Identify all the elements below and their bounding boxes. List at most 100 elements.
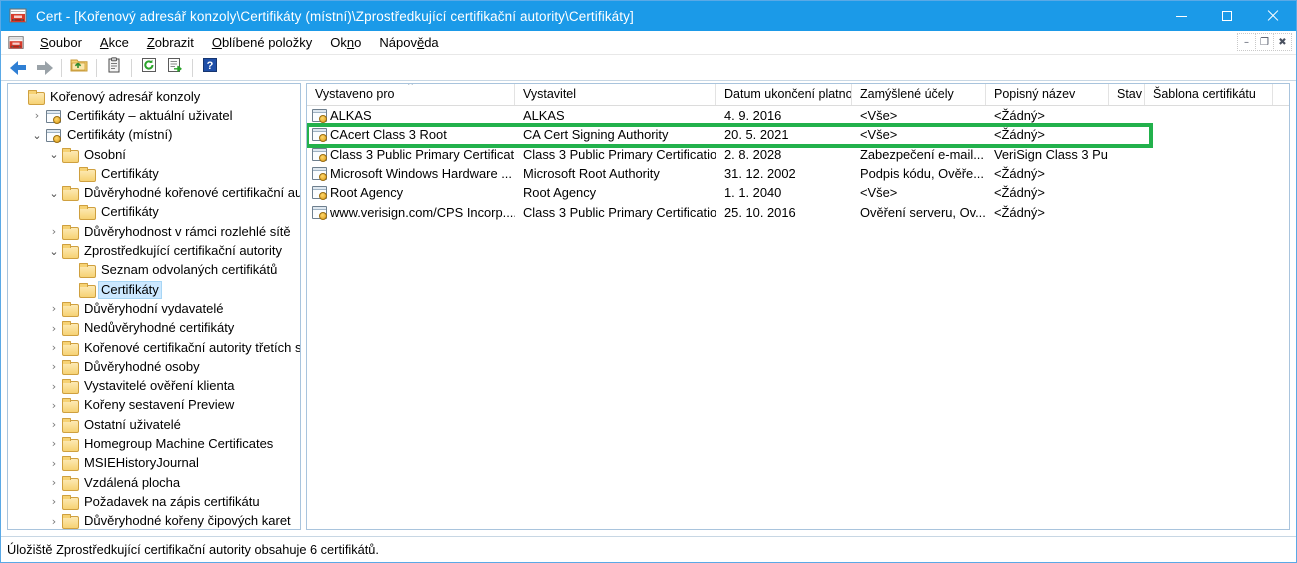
chevron-right-icon[interactable]: › [46, 513, 62, 529]
back-button[interactable] [6, 57, 30, 79]
properties-button[interactable] [102, 57, 126, 79]
menu-akce-post: kce [109, 35, 129, 50]
menu-soubor[interactable]: Soubor [31, 33, 91, 52]
arrow-right-icon [36, 60, 53, 75]
menu-oblibene-post: blíbené položky [222, 35, 312, 50]
tree-item[interactable]: ›Vystavitelé ověření klienta [8, 376, 300, 395]
tree-item[interactable]: › Kořenové certifikační autority třetích … [8, 338, 300, 357]
table-cell-4: VeriSign Class 3 Pu... [986, 147, 1109, 162]
column-header-2[interactable]: Datum ukončení platnosti [716, 84, 852, 105]
chevron-right-icon[interactable]: › [46, 475, 62, 491]
chevron-right-icon[interactable]: › [29, 108, 45, 124]
chevron-right-icon[interactable]: › [46, 301, 62, 317]
chevron-down-icon[interactable]: ⌄ [46, 147, 62, 163]
table-row[interactable]: www.verisign.com/CPS Incorp....Class 3 P… [307, 202, 1289, 221]
tree-item[interactable]: Certifikáty [8, 203, 300, 222]
tree-item[interactable]: ›Důvěryhodné kořeny čipových karet [8, 512, 300, 530]
chevron-right-icon[interactable]: › [46, 320, 62, 336]
tree-item-label: Kořenové certifikační autority třetích s… [82, 340, 301, 356]
column-header-5[interactable]: Stav [1109, 84, 1145, 105]
column-header-label: Datum ukončení platnosti [724, 87, 852, 101]
chevron-right-icon[interactable]: › [46, 417, 62, 433]
toolbar-separator [192, 59, 193, 77]
tree-item-label: Certifikáty (místní) [65, 127, 174, 143]
title-bar: Cert - [Kořenový adresář konzoly\Certifi… [1, 1, 1296, 31]
menu-zobrazit-accel: Z [147, 35, 155, 50]
menu-oblibene-polozky[interactable]: Oblíbené položky [203, 33, 321, 52]
column-header-0[interactable]: ⌃Vystaveno pro [307, 84, 515, 105]
table-row[interactable]: Microsoft Windows Hardware ...Microsoft … [307, 164, 1289, 183]
close-button[interactable] [1250, 1, 1296, 31]
arrow-left-icon [10, 60, 27, 75]
chevron-right-icon[interactable]: › [46, 359, 62, 375]
table-cell-3: Ověření serveru, Ov... [852, 205, 986, 220]
tree-item[interactable]: ›Důvěryhodní vydavatelé [8, 299, 300, 318]
tree-item[interactable]: ›Certifikáty – aktuální uživatel [8, 106, 300, 125]
menu-akce[interactable]: Akce [91, 33, 138, 52]
certificate-icon [311, 206, 327, 219]
column-header-1[interactable]: Vystavitel [515, 84, 716, 105]
chevron-right-icon[interactable]: › [46, 455, 62, 471]
forward-button[interactable] [32, 57, 56, 79]
tree-item[interactable]: Seznam odvolaných certifikátů [8, 261, 300, 280]
table-row[interactable]: Root AgencyRoot Agency1. 1. 2040<Vše><Žá… [307, 183, 1289, 202]
certificates-list-pane: ⌃Vystaveno proVystavitel Datum ukončení p… [306, 83, 1290, 530]
chevron-right-icon[interactable]: › [46, 224, 62, 240]
tree-item[interactable]: ⌄Důvěryhodné kořenové certifikační autor… [8, 183, 300, 202]
menu-zobrazit[interactable]: Zobrazit [138, 33, 203, 52]
chevron-right-icon[interactable]: › [46, 436, 62, 452]
tree-item[interactable]: Kořenový adresář konzoly [8, 87, 300, 106]
tree-item[interactable]: ›Požadavek na zápis certifikátu [8, 492, 300, 511]
maximize-button[interactable] [1204, 1, 1250, 31]
tree-item[interactable]: ›Ostatní uživatelé [8, 415, 300, 434]
minimize-button[interactable] [1158, 1, 1204, 31]
mdi-close-button[interactable]: ✖ [1273, 33, 1292, 51]
tree-item[interactable]: › Nedůvěryhodné certifikáty [8, 319, 300, 338]
tree-item-label: Kořeny sestavení Preview [82, 397, 236, 413]
tree-item[interactable]: ›Homegroup Machine Certificates [8, 434, 300, 453]
chevron-down-icon[interactable]: ⌄ [46, 185, 62, 201]
tree-item[interactable]: ›Důvěryhodnost v rámci rozlehlé sítě [8, 222, 300, 241]
table-row[interactable]: ALKASALKAS4. 9. 2016<Vše><Žádný> [307, 106, 1289, 125]
table-row[interactable]: Class 3 Public Primary Certificat...Clas… [307, 145, 1289, 164]
chevron-right-icon[interactable]: › [46, 378, 62, 394]
folder-up-icon [70, 57, 88, 78]
toolbar-separator [61, 59, 62, 77]
refresh-button[interactable] [137, 57, 161, 79]
tree-item[interactable]: ›MSIEHistoryJournal [8, 454, 300, 473]
table-cell-4: <Žádný> [986, 205, 1109, 220]
tree-item[interactable]: ⌄ Certifikáty (místní) [8, 126, 300, 145]
menu-okno[interactable]: Okno [321, 33, 370, 52]
chevron-down-icon[interactable]: ⌄ [46, 243, 62, 259]
column-header-3[interactable]: Zamýšlené účely [852, 84, 986, 105]
tree-item[interactable]: ›Důvěryhodné osoby [8, 357, 300, 376]
tree-item[interactable]: ⌄Zprostředkující certifikační autority [8, 241, 300, 260]
tree-item-label: Certifikáty [99, 166, 161, 182]
chevron-right-icon[interactable]: › [46, 397, 62, 413]
table-cell-4: <Žádný> [986, 185, 1109, 200]
mmc-window: Cert - [Kořenový adresář konzoly\Certifi… [0, 0, 1297, 563]
table-cell-1: CA Cert Signing Authority [515, 127, 716, 142]
mdi-minimize-button[interactable]: – [1237, 33, 1256, 51]
table-row[interactable]: CAcert Class 3 RootCA Cert Signing Autho… [307, 125, 1289, 144]
table-cell-label: Root Agency [330, 185, 403, 200]
export-list-button[interactable] [163, 57, 187, 79]
tree-item[interactable]: ⌄Osobní [8, 145, 300, 164]
tree-item[interactable]: Certifikáty [8, 280, 300, 299]
mdi-restore-button[interactable]: ❐ [1255, 33, 1274, 51]
certificates-list: ALKASALKAS4. 9. 2016<Vše><Žádný>CAcert C… [307, 106, 1289, 222]
chevron-right-icon[interactable]: › [46, 494, 62, 510]
chevron-down-icon[interactable]: ⌄ [29, 127, 45, 143]
column-header-4[interactable]: Popisný název [986, 84, 1109, 105]
menu-napoveda[interactable]: Nápověda [370, 33, 447, 52]
tree-item-label: Nedůvěryhodné certifikáty [82, 320, 236, 336]
tree-item[interactable]: Certifikáty [8, 164, 300, 183]
tree-item[interactable]: ›Vzdálená plocha [8, 473, 300, 492]
chevron-right-icon[interactable]: › [46, 340, 62, 356]
up-one-level-button[interactable] [67, 57, 91, 79]
column-header-6[interactable]: Šablona certifikátu [1145, 84, 1273, 105]
table-cell-0: Root Agency [307, 185, 515, 200]
tree-item[interactable]: › Kořeny sestavení Preview [8, 396, 300, 415]
table-cell-2: 4. 9. 2016 [716, 108, 852, 123]
help-button[interactable]: ? [198, 57, 222, 79]
